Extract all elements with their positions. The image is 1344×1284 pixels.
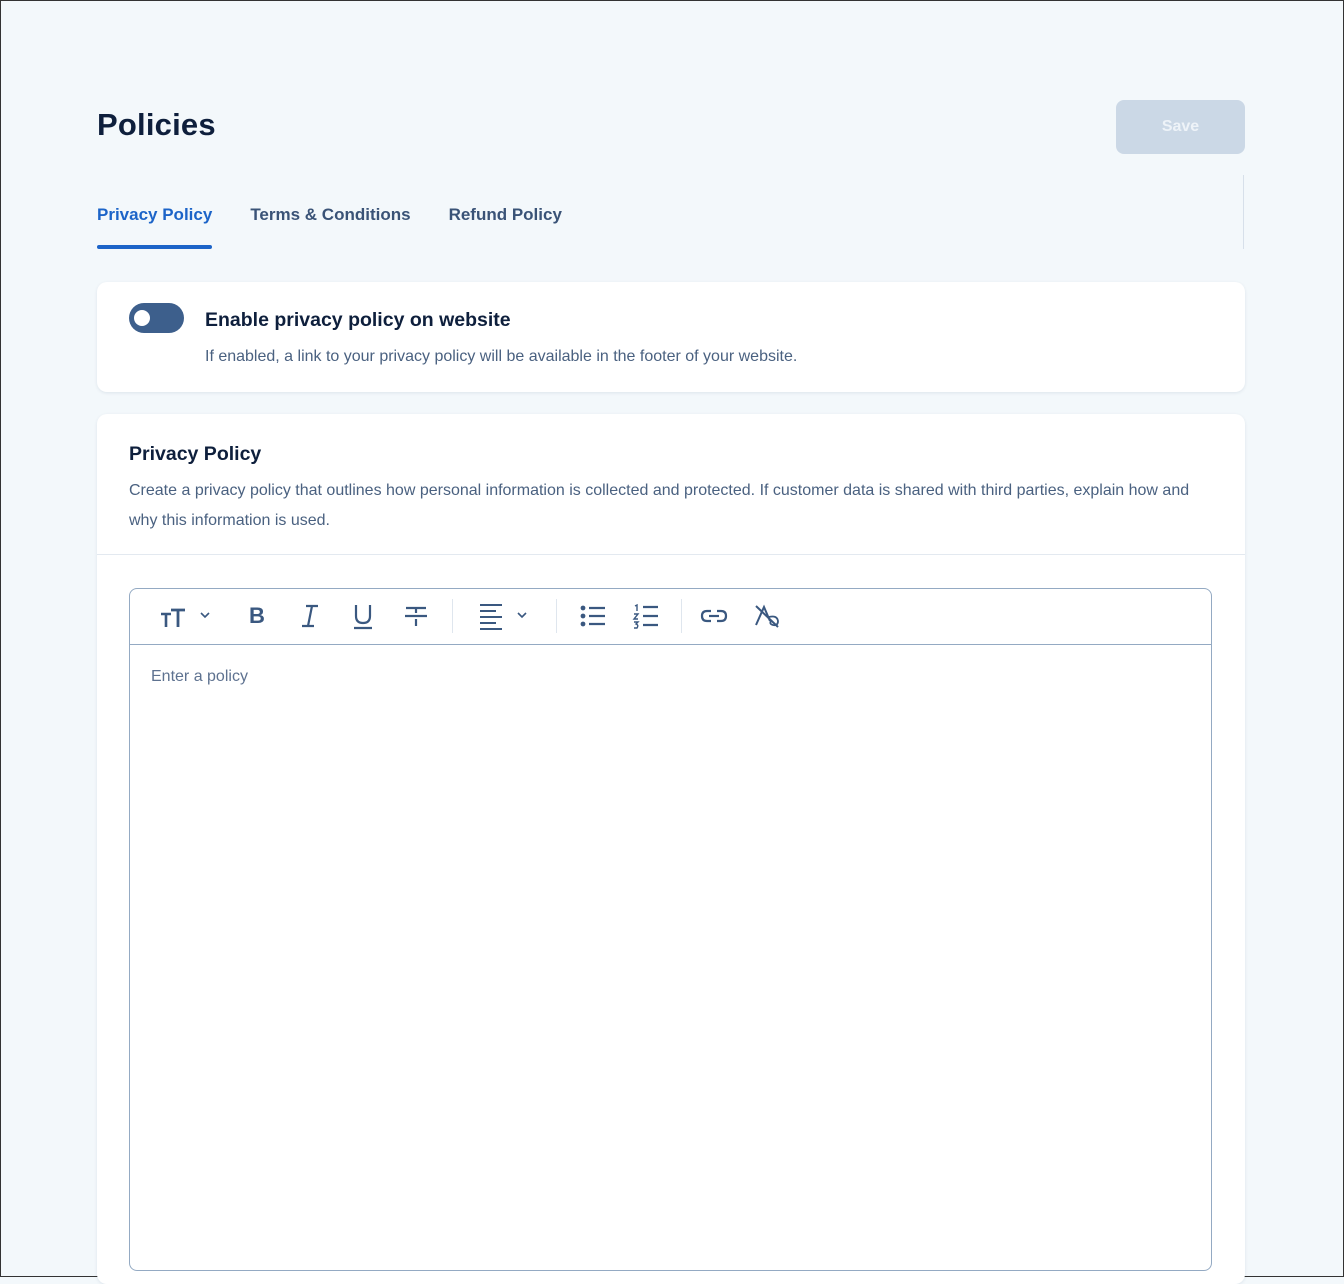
tab-terms-conditions[interactable]: Terms & Conditions bbox=[250, 201, 410, 249]
editor-toolbar: B bbox=[130, 589, 1211, 645]
rich-text-editor: B bbox=[129, 588, 1212, 1271]
section-description: Create a privacy policy that outlines ho… bbox=[129, 482, 1190, 529]
clear-formatting-button[interactable] bbox=[750, 601, 784, 631]
alignment-button[interactable] bbox=[476, 601, 534, 631]
numbered-list-button[interactable] bbox=[629, 601, 663, 631]
enable-policy-card: Enable privacy policy on website If enab… bbox=[97, 282, 1245, 392]
bulleted-list-icon bbox=[580, 605, 605, 627]
toggle-title: Enable privacy policy on website bbox=[205, 309, 511, 331]
save-button[interactable]: Save bbox=[1116, 100, 1245, 154]
link-icon bbox=[700, 609, 728, 623]
policy-tabs: Privacy Policy Terms & Conditions Refund… bbox=[97, 201, 600, 249]
text-size-icon bbox=[161, 608, 210, 627]
tab-privacy-policy[interactable]: Privacy Policy bbox=[97, 201, 213, 249]
clear-formatting-icon bbox=[755, 604, 779, 628]
underline-icon bbox=[354, 605, 372, 630]
bulleted-list-button[interactable] bbox=[576, 601, 610, 631]
toolbar-separator bbox=[681, 599, 682, 633]
link-button[interactable] bbox=[697, 601, 731, 631]
policy-editor-card: Privacy Policy Create a privacy policy t… bbox=[97, 414, 1245, 1284]
enable-privacy-toggle[interactable] bbox=[129, 303, 184, 333]
numbered-list-icon bbox=[632, 603, 658, 629]
align-left-icon bbox=[480, 604, 527, 630]
section-divider bbox=[97, 554, 1245, 555]
bold-icon: B bbox=[249, 603, 265, 628]
text-size-button[interactable] bbox=[158, 601, 216, 631]
italic-icon bbox=[302, 604, 318, 628]
toggle-knob bbox=[134, 310, 150, 326]
page-title: Policies bbox=[97, 107, 216, 142]
strikethrough-icon bbox=[405, 606, 427, 626]
bold-button[interactable]: B bbox=[240, 601, 274, 631]
divider bbox=[1243, 175, 1244, 249]
section-title: Privacy Policy bbox=[129, 443, 262, 465]
strikethrough-button[interactable] bbox=[399, 601, 433, 631]
italic-button[interactable] bbox=[293, 601, 327, 631]
tab-refund-policy[interactable]: Refund Policy bbox=[449, 201, 562, 249]
policy-text-input[interactable] bbox=[130, 645, 1211, 1270]
toggle-description: If enabled, a link to your privacy polic… bbox=[205, 348, 798, 365]
toolbar-separator bbox=[556, 599, 557, 633]
toolbar-separator bbox=[452, 599, 453, 633]
underline-button[interactable] bbox=[346, 601, 380, 631]
